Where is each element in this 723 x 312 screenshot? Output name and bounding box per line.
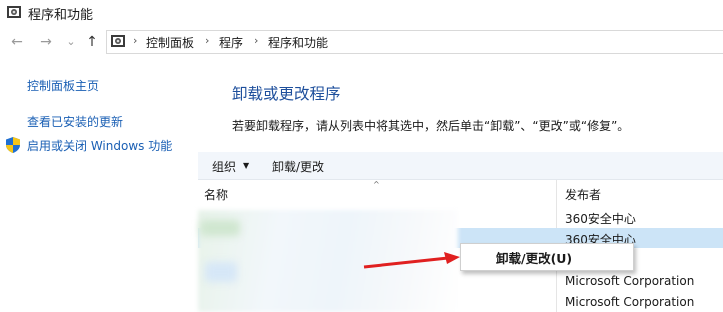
breadcrumb-programs-and-features[interactable]: 程序和功能: [268, 34, 328, 51]
control-panel-icon: [110, 33, 126, 49]
column-header-publisher[interactable]: 发布者: [565, 186, 601, 203]
programs-icon: [6, 4, 22, 20]
uac-shield-icon: [6, 137, 20, 153]
back-arrow-icon[interactable]: ←: [9, 34, 25, 50]
annotation-arrow-icon: [362, 252, 462, 276]
view-installed-updates-link[interactable]: 查看已安装的更新: [27, 113, 123, 130]
organize-caret-icon[interactable]: ▼: [243, 161, 249, 170]
page-description: 若要卸载程序，请从列表中将其选中，然后单击“卸载”、“更改”或“修复”。: [232, 119, 630, 133]
recent-dropdown-icon[interactable]: ⌄: [63, 34, 79, 50]
control-panel-home-link[interactable]: 控制面板主页: [27, 77, 99, 94]
up-arrow-icon[interactable]: ↑: [84, 34, 100, 50]
context-menu-uninstall-change[interactable]: 卸载/更改(U): [496, 248, 572, 267]
breadcrumb-separator[interactable]: ›: [254, 34, 258, 47]
windows-features-link[interactable]: 启用或关闭 Windows 功能: [27, 137, 172, 154]
blurred-program-icon: [200, 220, 240, 236]
breadcrumb-separator: ›: [133, 34, 138, 47]
address-bar[interactable]: [106, 30, 723, 54]
column-header-name[interactable]: 名称: [204, 186, 228, 203]
breadcrumb-programs[interactable]: 程序: [219, 34, 243, 51]
breadcrumb-control-panel[interactable]: 控制面板: [146, 34, 194, 51]
sort-ascending-icon: ^: [373, 180, 380, 189]
uninstall-change-button[interactable]: 卸载/更改: [272, 158, 324, 175]
list-item-publisher[interactable]: Microsoft Corporation: [565, 295, 694, 309]
organize-button[interactable]: 组织: [212, 158, 236, 175]
page-title: 卸载或更改程序: [232, 85, 341, 103]
window-title: 程序和功能: [28, 8, 94, 23]
list-item-publisher[interactable]: 360安全中心: [565, 210, 636, 227]
list-item-publisher[interactable]: Microsoft Corporation: [565, 274, 694, 288]
forward-arrow-icon[interactable]: →: [38, 34, 54, 50]
title-bar: [0, 0, 723, 26]
blurred-program-icon: [205, 262, 237, 282]
breadcrumb-separator[interactable]: ›: [205, 34, 209, 47]
